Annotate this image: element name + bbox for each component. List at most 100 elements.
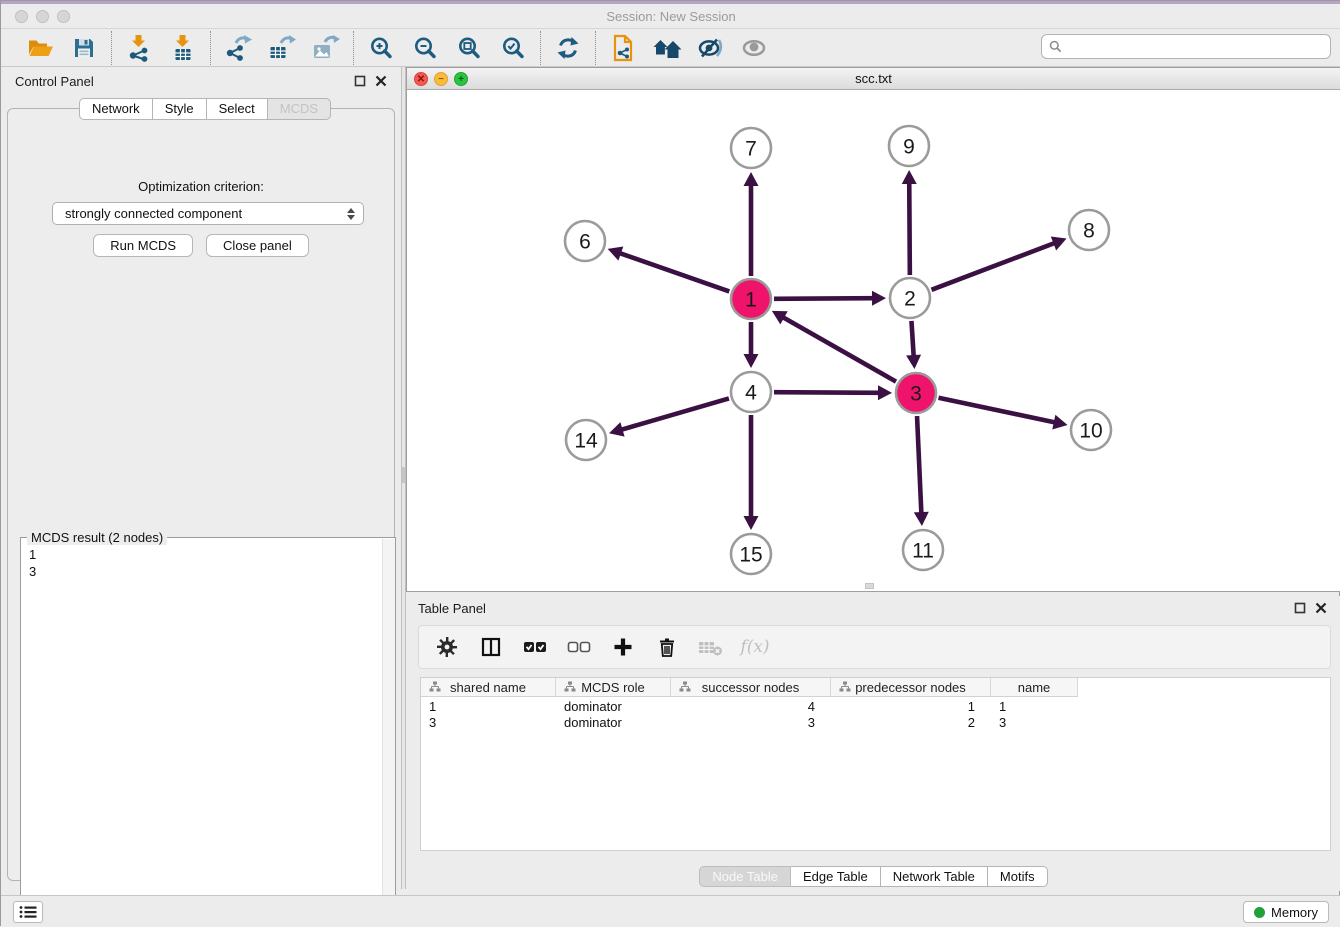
search-input[interactable]	[1067, 39, 1323, 54]
copy-network-button[interactable]	[607, 32, 639, 64]
graph-node-label: 9	[903, 135, 915, 158]
save-session-button[interactable]	[68, 32, 100, 64]
close-panel-button[interactable]: Close panel	[206, 234, 309, 257]
mcds-result-text[interactable]: 1 3	[21, 540, 381, 918]
table-cell[interactable]: 4	[671, 699, 831, 715]
table-settings-button[interactable]	[433, 633, 461, 661]
graph-node-3[interactable]: 3	[896, 373, 936, 413]
graph-node-7[interactable]: 7	[731, 128, 771, 168]
tab-style[interactable]: Style	[153, 98, 207, 120]
float-panel-icon[interactable]	[354, 75, 366, 87]
zoom-in-icon	[368, 35, 394, 61]
graph-node-10[interactable]: 10	[1071, 410, 1111, 450]
graph-node-label: 14	[574, 429, 598, 452]
column-header-shared-name[interactable]: shared name	[421, 678, 556, 697]
select-all-button[interactable]	[521, 633, 549, 661]
column-type-icon	[429, 681, 441, 693]
tab-motifs[interactable]: Motifs	[988, 866, 1048, 887]
tab-select[interactable]: Select	[207, 98, 268, 120]
table-cell[interactable]: 3	[421, 715, 556, 731]
graph-edge-1-6[interactable]	[608, 246, 730, 291]
zoom-selected-button[interactable]	[497, 32, 529, 64]
graph-edge-1-2[interactable]	[774, 291, 886, 306]
result-scrollbar[interactable]	[382, 539, 395, 917]
table-cell[interactable]: 2	[831, 715, 991, 731]
close-panel-icon[interactable]	[1315, 602, 1327, 614]
graph-node-14[interactable]: 14	[566, 420, 606, 460]
graph-edge-3-11[interactable]	[914, 416, 929, 526]
column-header-MCDS-role[interactable]: MCDS role	[556, 678, 671, 697]
network-graph: 7 9 6 8 1 2 4 3 14 10 15 11	[407, 90, 1340, 591]
table-cell[interactable]: 3	[991, 715, 1078, 731]
delete-column-button[interactable]	[653, 633, 681, 661]
table-cell[interactable]: 3	[671, 715, 831, 731]
canvas-scroll-handle[interactable]	[865, 583, 874, 589]
table-cell[interactable]: 1	[991, 699, 1078, 715]
deselect-all-button[interactable]	[565, 633, 593, 661]
graph-edge-2-9[interactable]	[902, 170, 917, 275]
show-panel-button[interactable]	[739, 32, 771, 64]
import-table-button[interactable]	[167, 32, 199, 64]
memory-button[interactable]: Memory	[1243, 901, 1329, 923]
float-panel-icon[interactable]	[1294, 602, 1306, 614]
column-header-successor-nodes[interactable]: successor nodes	[671, 678, 831, 697]
home-layout-button[interactable]	[651, 32, 683, 64]
graph-node-8[interactable]: 8	[1069, 210, 1109, 250]
graph-edge-2-3[interactable]	[906, 321, 921, 369]
graph-node-15[interactable]: 15	[731, 534, 771, 574]
import-network-button[interactable]	[123, 32, 155, 64]
tab-network[interactable]: Network	[79, 98, 153, 120]
graph-edge-3-10[interactable]	[939, 398, 1068, 430]
run-mcds-button[interactable]: Run MCDS	[93, 234, 193, 257]
zoom-fit-icon	[456, 35, 482, 61]
table-cell[interactable]: dominator	[556, 699, 671, 715]
export-table-button[interactable]	[266, 32, 298, 64]
graph-node-9[interactable]: 9	[889, 126, 929, 166]
graph-node-11[interactable]: 11	[903, 530, 943, 570]
table-cell[interactable]: dominator	[556, 715, 671, 731]
tab-network-table[interactable]: Network Table	[881, 866, 988, 887]
graph-edge-3-1[interactable]	[772, 311, 896, 382]
table-cell[interactable]: 1	[831, 699, 991, 715]
panel-list-button[interactable]	[13, 901, 43, 923]
zoom-out-button[interactable]	[409, 32, 441, 64]
export-network-button[interactable]	[222, 32, 254, 64]
graph-node-6[interactable]: 6	[565, 221, 605, 261]
table-row[interactable]: 1dominator411	[421, 699, 1330, 715]
graph-edge-1-4[interactable]	[744, 322, 759, 368]
graph-node-1[interactable]: 1	[731, 279, 771, 319]
graph-edge-4-14[interactable]	[609, 398, 729, 436]
graph-node-2[interactable]: 2	[890, 278, 930, 318]
export-image-button[interactable]	[310, 32, 342, 64]
add-column-button[interactable]	[609, 633, 637, 661]
tab-mcds[interactable]: MCDS	[268, 98, 331, 120]
column-header-predecessor-nodes[interactable]: predecessor nodes	[831, 678, 991, 697]
tab-edge-table[interactable]: Edge Table	[791, 866, 881, 887]
function-builder-button[interactable]: f(x)	[741, 633, 769, 661]
zoom-in-button[interactable]	[365, 32, 397, 64]
refresh-view-button[interactable]	[552, 32, 584, 64]
network-canvas[interactable]: 7 9 6 8 1 2 4 3 14 10 15 11	[407, 90, 1340, 591]
column-header-name[interactable]: name	[991, 678, 1078, 697]
zoom-fit-button[interactable]	[453, 32, 485, 64]
close-panel-icon[interactable]	[375, 75, 387, 87]
open-folder-button[interactable]	[24, 32, 56, 64]
graph-node-label: 8	[1083, 219, 1095, 242]
column-layout-button[interactable]	[477, 633, 505, 661]
export-image-icon	[312, 35, 340, 61]
graph-edge-4-3[interactable]	[774, 385, 892, 400]
app-title: Session: New Session	[1, 9, 1340, 24]
optimization-criterion-select[interactable]: strongly connected component	[52, 202, 364, 225]
control-panel-title: Control Panel	[15, 74, 94, 89]
graph-node-label: 6	[579, 230, 591, 253]
graph-edge-1-7[interactable]	[744, 172, 759, 276]
graph-edge-4-15[interactable]	[744, 415, 759, 530]
table-row[interactable]: 3dominator323	[421, 715, 1330, 731]
table-cell[interactable]: 1	[421, 699, 556, 715]
graph-edge-2-8[interactable]	[932, 236, 1067, 289]
graph-node-4[interactable]: 4	[731, 372, 771, 412]
tab-node-table[interactable]: Node Table	[699, 866, 791, 887]
delete-table-button[interactable]	[697, 633, 725, 661]
mcds-result-line: 3	[29, 563, 373, 580]
hide-panel-button[interactable]	[695, 32, 727, 64]
